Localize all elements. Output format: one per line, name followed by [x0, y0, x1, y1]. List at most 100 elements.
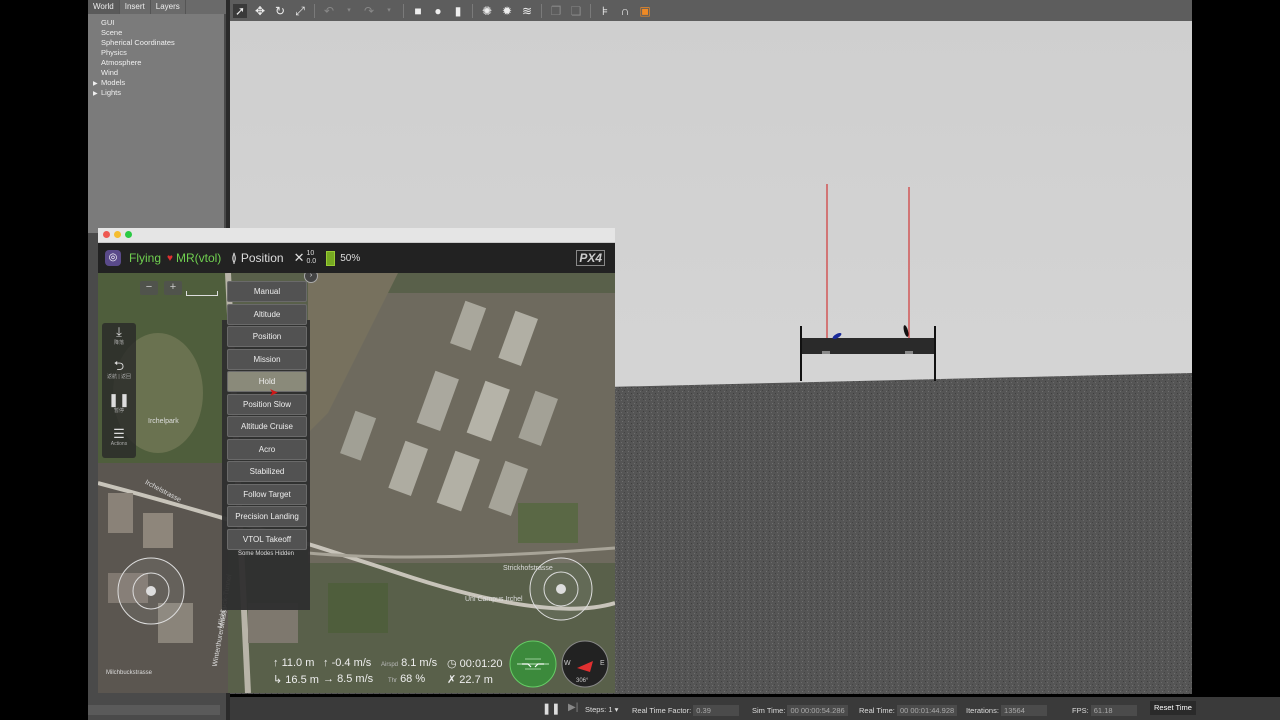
left-panel-bottom-scrollbar[interactable] [88, 705, 220, 715]
qgc-title-bar[interactable] [98, 228, 615, 243]
mode-acro[interactable]: Acro [227, 439, 307, 460]
tree-item-spherical-coordinates[interactable]: Spherical Coordinates [88, 38, 224, 48]
expand-arrow-icon: ▶ [93, 81, 98, 87]
point-light-icon[interactable]: ✺ [480, 4, 494, 18]
mode-precision-landing[interactable]: Precision Landing [227, 506, 307, 527]
tool-return[interactable]: ⮌ 返航 | 返回 [102, 358, 136, 381]
mode-altitude-cruise[interactable]: Altitude Cruise [227, 416, 307, 437]
tree-item-models[interactable]: ▶ Models [88, 78, 224, 88]
compass-east: E [600, 660, 605, 667]
play-pause-icon[interactable]: ❚❚ [542, 702, 560, 715]
attitude-indicator[interactable] [508, 639, 558, 689]
gps-icon[interactable]: ✕ [294, 250, 305, 266]
mode-altitude[interactable]: Altitude [227, 304, 307, 325]
flight-mode[interactable]: Position [241, 251, 284, 265]
snap-icon[interactable]: ∩ [618, 4, 632, 18]
gazebo-tabs: World Insert Layers [88, 0, 226, 14]
qgc-app-icon[interactable]: ◎ [105, 250, 121, 266]
fps-value: 61.18 [1090, 705, 1137, 716]
battery-icon[interactable] [326, 250, 336, 266]
spot-light-icon[interactable]: ✹ [500, 4, 514, 18]
flight-state[interactable]: Flying [129, 251, 161, 265]
zoom-out-button[interactable]: − [140, 281, 158, 295]
right-virtual-joystick[interactable] [528, 556, 594, 622]
close-window-icon[interactable] [103, 231, 110, 238]
tool-pause[interactable]: ❚❚ 暂停 [102, 392, 136, 415]
redo-history-icon[interactable]: ▾ [382, 4, 396, 18]
mode-manual[interactable]: Manual [227, 281, 307, 302]
reset-time-button[interactable]: Reset Time [1150, 701, 1196, 715]
tool-land[interactable]: ⤓ 降落 [102, 324, 136, 347]
tab-layers[interactable]: Layers [151, 0, 186, 14]
map-imagery [98, 273, 615, 693]
telemetry-vspeed: ↑ -0.4 m/s [323, 657, 372, 669]
tool-land-label: 降落 [113, 340, 124, 346]
alt-amsl-value: 16.5 m [285, 674, 319, 686]
mode-follow-target[interactable]: Follow Target [227, 484, 307, 505]
minimize-window-icon[interactable] [114, 231, 121, 238]
gps-readout[interactable]: 10 0.0 [306, 250, 316, 266]
zoom-in-button[interactable]: + [164, 281, 182, 295]
select-arrow-icon[interactable]: ➚ [233, 3, 247, 18]
box-icon[interactable]: ■ [411, 4, 425, 18]
battery-percent[interactable]: 50% [340, 253, 360, 264]
translate-icon[interactable]: ✥ [253, 4, 267, 18]
telemetry-alt-amsl: ↳ 16.5 m [273, 674, 319, 686]
map-label-irchelpark: Irchelpark [148, 418, 179, 425]
undo-icon[interactable]: ↶ [322, 4, 336, 18]
mode-stabilized[interactable]: Stabilized [227, 461, 307, 482]
redo-icon[interactable]: ↷ [362, 4, 376, 18]
return-icon: ⮌ [113, 358, 125, 373]
real-time-label: Real Time: [859, 706, 895, 715]
airspeed-value: 8.1 m/s [401, 657, 438, 669]
cylinder-icon[interactable]: ▮ [451, 4, 465, 18]
iterations-label: Iterations: [966, 706, 999, 715]
mode-hold[interactable]: Hold [227, 371, 307, 392]
sim-time-label: Sim Time: [752, 706, 786, 715]
distance-value: 22.7 m [459, 674, 493, 686]
gazebo-toolbar: ➚ ✥ ↻ ⤢ ↶ ▾ ↷ ▾ ■ ● ▮ ✺ ✹ ≋ ❐ ❏ ⊧ ∩ ▣ [230, 0, 1192, 21]
tree-item-wind[interactable]: Wind [88, 68, 224, 78]
tree-item-gui[interactable]: GUI [88, 18, 224, 28]
download-icon: ⤓ [116, 324, 122, 339]
tool-return-label: 返航 | 返回 [106, 374, 132, 380]
modes-hidden-note[interactable]: Some Modes Hidden [227, 551, 305, 557]
vehicle-type[interactable]: MR(vtol) [176, 251, 221, 265]
steps-dropdown-icon[interactable]: ▾ [613, 705, 619, 714]
px4-logo: PX4 [576, 250, 605, 266]
tool-actions[interactable]: ☰ Actions [102, 427, 136, 448]
pause-icon: ❚❚ [108, 392, 130, 407]
left-virtual-joystick[interactable] [116, 556, 186, 626]
undo-history-icon[interactable]: ▾ [342, 4, 356, 18]
tool-pause-label: 暂停 [113, 408, 124, 414]
satellite-map[interactable]: Irchelpark Irchelstrasse Winterthurerstr… [98, 273, 615, 693]
paste-icon[interactable]: ❏ [569, 4, 583, 18]
step-icon[interactable]: ▶| [568, 702, 578, 713]
sim-time-value: 00 00:00:54.286 [787, 705, 848, 716]
tab-world[interactable]: World [88, 0, 120, 14]
expand-arrow-icon: ▶ [93, 91, 98, 97]
map-scale [186, 291, 218, 296]
tree-item-atmosphere[interactable]: Atmosphere [88, 58, 224, 68]
tree-item-physics[interactable]: Physics [88, 48, 224, 58]
sphere-icon[interactable]: ● [431, 4, 445, 18]
align-icon[interactable]: ⊧ [598, 4, 612, 18]
mode-vtol-takeoff[interactable]: VTOL Takeoff [227, 529, 307, 550]
maximize-window-icon[interactable] [125, 231, 132, 238]
directional-light-icon[interactable]: ≋ [520, 4, 534, 18]
tree-item-scene[interactable]: Scene [88, 28, 224, 38]
alt-rel-value: 11.0 m [281, 657, 315, 669]
vehicle-status-icon: ♥ [167, 252, 173, 264]
copy-icon[interactable]: ❐ [549, 4, 563, 18]
world-tree: GUI Scene Spherical Coordinates Physics … [88, 14, 224, 233]
scale-icon[interactable]: ⤢ [293, 4, 307, 18]
rotate-icon[interactable]: ↻ [273, 4, 287, 18]
tree-item-lights[interactable]: ▶ Lights [88, 88, 224, 98]
mode-position[interactable]: Position [227, 326, 307, 347]
mode-mission[interactable]: Mission [227, 349, 307, 370]
tab-insert[interactable]: Insert [120, 0, 151, 14]
telemetry-alt-rel: ↑ 11.0 m [273, 657, 315, 669]
mode-position-slow[interactable]: Position Slow [227, 394, 307, 415]
gps-count: 10 [306, 250, 315, 257]
change-view-icon[interactable]: ▣ [638, 4, 652, 18]
